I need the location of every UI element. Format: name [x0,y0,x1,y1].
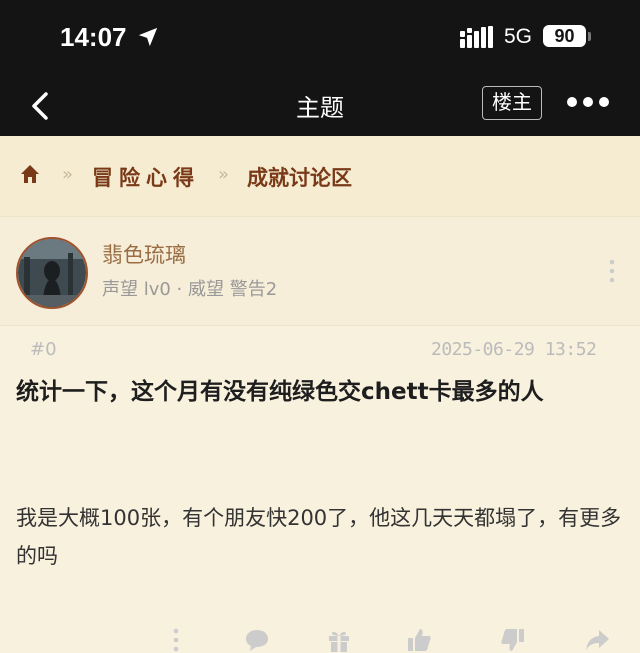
post-title: 统计一下，这个月有没有纯绿色交chett卡最多的人 [16,379,544,405]
location-arrow-icon [138,27,158,47]
thumbs-down-icon[interactable] [500,627,526,653]
post-card: 翡色琉璃 声望 lv0 · 威望 警告2 #0 2025-06-29 13:52… [0,216,640,653]
comment-icon[interactable] [244,627,270,653]
post-body: 我是大概100张，有个朋友快200了，他这几天天都塌了，有更多的吗 [16,506,622,568]
avatar-image [18,239,86,307]
kebab-icon[interactable] [163,627,189,653]
kebab-icon[interactable] [608,259,616,283]
more-icon[interactable] [566,96,610,108]
floor-number: #0 [30,339,57,360]
author-section: 翡色琉璃 声望 lv0 · 威望 警告2 [0,217,640,326]
author-meta: 声望 lv0 · 威望 警告2 [102,279,278,300]
nav-bar: 主题 楼主 [0,76,640,136]
action-bar [0,621,640,653]
thumbs-up-icon[interactable] [406,627,432,653]
battery-cap [588,32,591,41]
breadcrumb-separator: » [62,164,74,185]
breadcrumb: » 冒险心得 » 成就讨论区 [0,136,640,216]
post-date: 2025-06-29 13:52 [431,339,597,360]
author-name[interactable]: 翡色琉璃 [102,239,186,269]
share-icon[interactable] [584,627,610,653]
op-only-button[interactable]: 楼主 [482,86,542,120]
signal-icon [460,26,493,48]
network-label: 5G [504,25,533,48]
avatar[interactable] [16,237,88,309]
breadcrumb-item-adventure[interactable]: 冒险心得 [92,162,200,192]
battery-indicator: 90 [543,25,586,47]
status-bar: 14:07 5G 90 [0,0,640,76]
breadcrumb-separator: » [218,164,230,185]
gift-icon[interactable] [326,627,352,653]
breadcrumb-item-achievement[interactable]: 成就讨论区 [247,162,352,192]
status-time: 14:07 [60,22,127,52]
home-icon[interactable] [20,164,40,184]
page-title: 主题 [296,94,344,122]
